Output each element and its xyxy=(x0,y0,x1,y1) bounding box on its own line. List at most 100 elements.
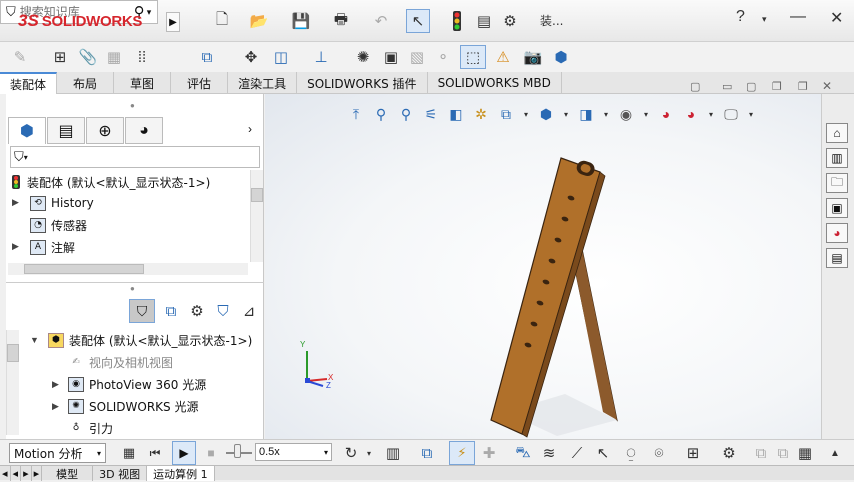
tab-layout[interactable]: 布局 xyxy=(57,72,115,94)
feature-tree-horizontal-scrollbar[interactable] xyxy=(8,263,248,275)
gravity-toolbar-icon[interactable]: ⌾ xyxy=(650,444,668,462)
open-folder-icon[interactable]: 📂 xyxy=(248,11,270,31)
display-style-chevron-icon[interactable]: ▾ xyxy=(521,104,531,124)
contact-icon[interactable]: ⍜ xyxy=(622,444,640,462)
scroll-thumb[interactable] xyxy=(251,188,263,202)
large-assembly-mode-icon[interactable]: ⬢ xyxy=(550,47,572,67)
playback-mode-chevron-icon[interactable]: ▾ xyxy=(364,446,374,460)
undo-icon[interactable]: ↶ xyxy=(370,11,392,31)
file-properties-icon[interactable]: ▤ xyxy=(474,11,494,31)
close-button[interactable]: ✕ xyxy=(830,8,843,28)
zoom-to-fit-icon[interactable]: ⤒ xyxy=(346,104,366,124)
active-document-name[interactable]: 装... xyxy=(540,12,563,29)
tabs-scroll-first-icon[interactable]: ◂ xyxy=(0,466,11,481)
expand-annotations-icon[interactable]: ▶ xyxy=(12,241,19,252)
motion-filter-icon[interactable]: ⛉ xyxy=(129,299,155,323)
previous-view-icon[interactable]: ⚲ xyxy=(396,104,416,124)
file-explorer-folder-icon[interactable]: 🗀 xyxy=(826,173,848,193)
tab-model[interactable]: 模型 xyxy=(42,466,94,481)
graphics-viewport[interactable]: Y X Z xyxy=(265,94,821,439)
tree-item-annotations[interactable]: A 注解 xyxy=(30,237,75,257)
print-icon[interactable]: 🖶 xyxy=(330,11,352,31)
playback-slider-thumb[interactable] xyxy=(234,444,241,458)
appearance-chevron-icon[interactable]: ▾ xyxy=(601,104,611,124)
viewport-minimize-icon[interactable]: ▭ xyxy=(722,80,732,93)
splitter-grip-icon[interactable]: ● xyxy=(130,284,135,293)
help-dropdown-chevron-icon[interactable]: ▾ xyxy=(762,14,767,25)
assembly-features-icon[interactable]: ⊥ xyxy=(310,47,332,67)
edit-component-icon[interactable]: ✎ xyxy=(10,47,30,67)
calculate-icon[interactable]: ▦ xyxy=(120,444,138,462)
view-orientation-icon[interactable]: ✲ xyxy=(471,104,491,124)
take-snapshot-icon[interactable]: 📷 xyxy=(522,47,544,67)
expand-photoview-icon[interactable]: ▶ xyxy=(52,379,59,390)
filter-funnel-icon[interactable]: ⛉ xyxy=(14,149,24,165)
motion-item-sw-lights[interactable]: ✺ SOLIDWORKS 光源 xyxy=(68,396,198,416)
motion-item-photoview-lights[interactable]: ◉ PhotoView 360 光源 xyxy=(68,374,206,394)
rendering-tools-icon[interactable]: ◕ xyxy=(681,104,701,124)
search-scope-icon[interactable]: ⛉ xyxy=(6,4,16,20)
mate-paperclip-icon[interactable]: 📎 xyxy=(78,47,98,67)
motion-tree-vertical-scrollbar[interactable] xyxy=(6,330,19,435)
results-plots-icon[interactable]: ⊞ xyxy=(684,444,702,462)
scene-chevron-icon[interactable]: ▾ xyxy=(641,104,651,124)
rendering-chevron-icon[interactable]: ▾ xyxy=(706,104,716,124)
view-palette-icon[interactable]: ▣ xyxy=(826,198,848,218)
tree-filter-box[interactable]: ⛉ ▾ xyxy=(10,146,260,168)
rebuild-traffic-light-icon[interactable] xyxy=(448,11,466,31)
reference-geometry-icon[interactable]: ✺ xyxy=(352,47,374,67)
collapse-motion-assembly-icon[interactable]: ▼ xyxy=(30,335,39,345)
add-key-icon[interactable]: ✚ xyxy=(480,444,498,462)
viewport-close-icon[interactable]: ✕ xyxy=(822,79,832,93)
study-type-select[interactable]: Motion 分析 ▾ xyxy=(9,443,106,463)
copy-study-icon[interactable]: ⧉ xyxy=(774,444,792,462)
bill-of-materials-icon[interactable]: ▧ xyxy=(406,47,428,67)
tab-solidworks-addins[interactable]: SOLIDWORKS 插件 xyxy=(297,72,428,94)
appearances-scenes-icon[interactable]: ◕ xyxy=(826,223,848,243)
linear-pattern-icon[interactable]: ⁞⁞ xyxy=(132,47,152,67)
play-button[interactable]: ▶ xyxy=(172,441,196,465)
play-from-start-icon[interactable]: ⏮ xyxy=(146,444,164,462)
tabs-scroll-prev-icon[interactable]: ◂ xyxy=(11,466,22,481)
viewport-tile-icon[interactable]: ▢ xyxy=(690,80,700,93)
zoom-to-area-icon[interactable]: ⚲ xyxy=(371,104,391,124)
feature-tree-vertical-scrollbar[interactable] xyxy=(250,170,263,262)
instant3d-icon[interactable]: ⬚ xyxy=(460,45,486,69)
new-motion-study-icon[interactable]: ▣ xyxy=(380,47,402,67)
design-library-icon[interactable]: ▥ xyxy=(826,148,848,168)
tabs-scroll-next-icon[interactable]: ▸ xyxy=(21,466,32,481)
save-icon[interactable]: 💾 xyxy=(290,11,312,31)
filter-results-icon[interactable]: ⊿ xyxy=(238,301,260,321)
scroll-thumb[interactable] xyxy=(24,264,144,274)
new-document-icon[interactable]: 🗋 xyxy=(212,11,232,31)
tree-item-history[interactable]: ⟲ History xyxy=(30,193,94,213)
autokey-icon[interactable]: ⚡ xyxy=(449,441,475,465)
expand-history-icon[interactable]: ▶ xyxy=(12,197,19,208)
filter-dropdown-chevron-icon[interactable]: ▾ xyxy=(24,153,28,162)
hide-show-items-icon[interactable]: ⬢ xyxy=(536,104,556,124)
solidworks-resources-home-icon[interactable]: ⌂ xyxy=(826,123,848,143)
force-icon[interactable]: ↖ xyxy=(594,444,612,462)
exploded-view-icon[interactable]: ⚬ xyxy=(432,47,454,67)
calculator-icon[interactable]: ▦ xyxy=(796,444,814,462)
tab-assembly[interactable]: 装配体 xyxy=(0,72,58,94)
animation-wizard-icon[interactable]: ⧉ xyxy=(418,444,436,462)
damper-icon[interactable]: ⟋ xyxy=(568,444,586,462)
tree-root-assembly[interactable]: 装配体 (默认<默认_显示状态-1>) xyxy=(10,172,210,192)
viewport-restore-down-icon[interactable]: ❐ xyxy=(798,80,808,93)
tab-3d-views[interactable]: 3D 视图 xyxy=(93,466,148,481)
playback-mode-loop-icon[interactable]: ↻ xyxy=(342,444,360,462)
scroll-thumb[interactable] xyxy=(7,344,19,362)
panel-tabs-more-chevron-icon[interactable]: › xyxy=(248,122,252,136)
tab-solidworks-mbd[interactable]: SOLIDWORKS MBD xyxy=(428,72,562,94)
splitter-grip-icon[interactable]: ● xyxy=(130,101,135,110)
motion-tree-root[interactable]: ⬢ 装配体 (默认<默认_显示状态-1>) xyxy=(48,330,252,350)
tab-render-tools[interactable]: 渲染工具 xyxy=(228,72,298,94)
hide-show-chevron-icon[interactable]: ▾ xyxy=(561,104,571,124)
save-animation-icon[interactable]: ▥ xyxy=(384,444,402,462)
filter-selected-icon[interactable]: ⛉ xyxy=(212,301,234,321)
motion-item-camera-views[interactable]: ✍ 视向及相机视图 xyxy=(68,352,173,372)
tab-feature-manager[interactable]: ⬢ xyxy=(8,117,46,144)
tab-property-manager[interactable]: ▤ xyxy=(47,117,85,144)
motion-study-properties-icon[interactable]: ⚙ xyxy=(720,444,738,462)
